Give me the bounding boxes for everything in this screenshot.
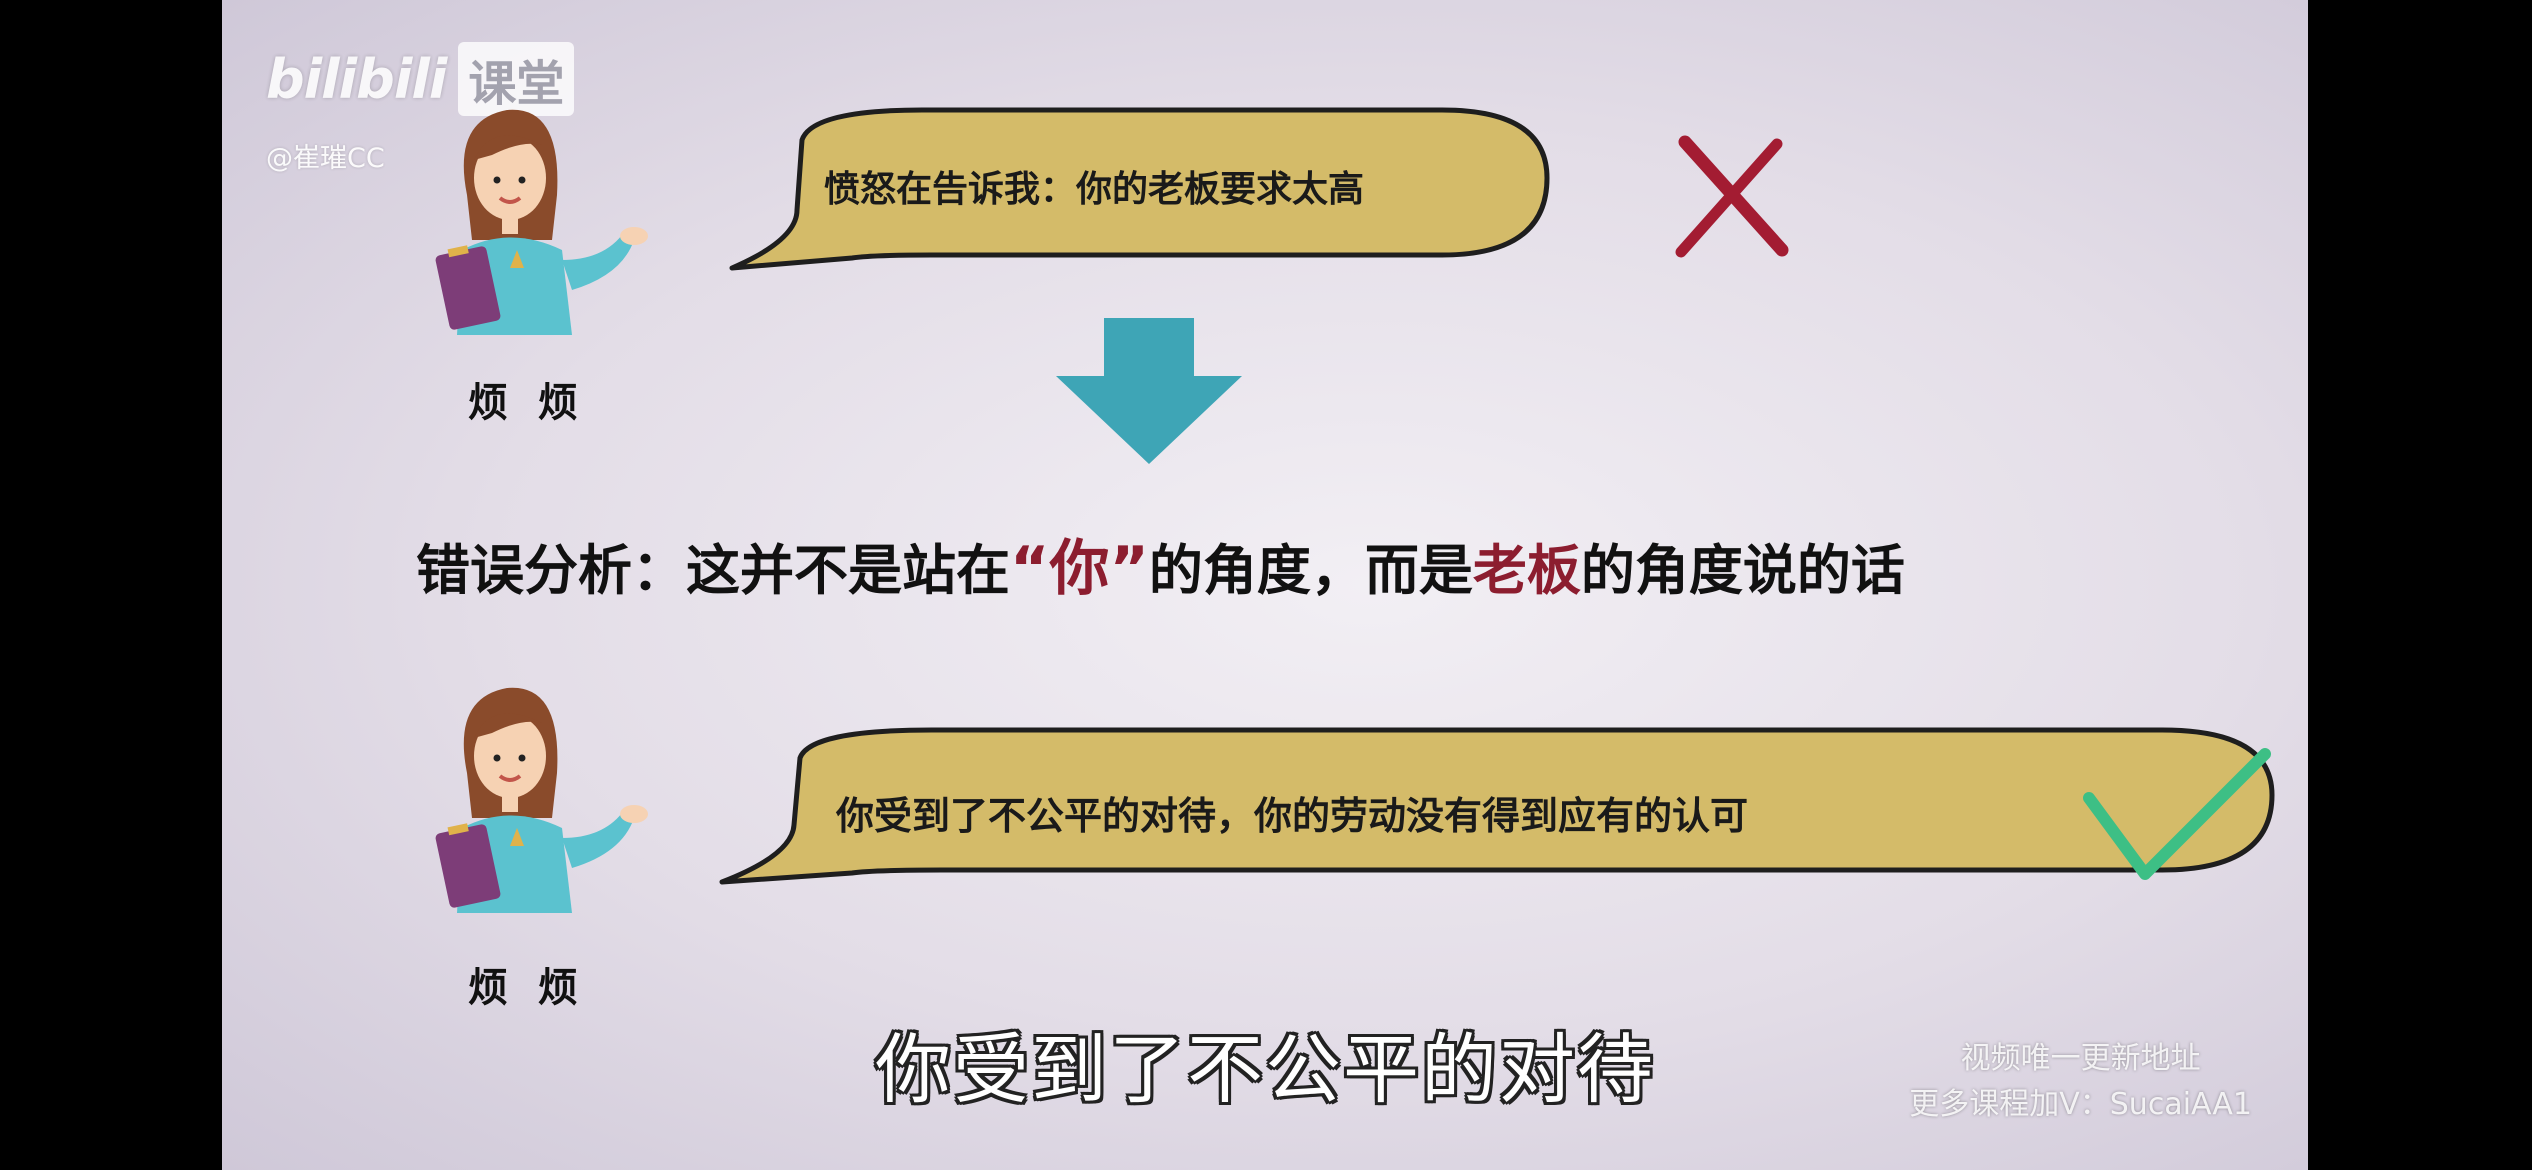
cross-icon — [1675, 135, 1789, 258]
character-illustration-1 — [435, 109, 648, 335]
footer-watermark-line-1: 视频唯一更新地址 — [1960, 1041, 2201, 1076]
analysis-prefix: 错误分析：这并不是站在 — [416, 539, 1010, 602]
video-frame[interactable]: bilibili 课堂 @崔璀CC 烦 烦 愤怒在告诉我：你的老板要求太高 错误… — [222, 0, 2308, 1170]
down-arrow-icon — [1056, 318, 1242, 464]
right-example-text: 你受到了不公平的对待，你的劳动没有得到应有的认可 — [836, 794, 1749, 838]
analysis-boss-highlight: 老板 — [1472, 539, 1581, 602]
character-name-1: 烦 烦 — [468, 380, 586, 426]
footer-watermark: 视频唯一更新地址 更多课程加V：SucaiAA1 — [1909, 1036, 2252, 1128]
uploader-handle: @崔璀CC — [266, 143, 385, 174]
analysis-middle: 的角度，而是 — [1148, 539, 1473, 602]
error-analysis-line: 错误分析：这并不是站在“你”的角度，而是老板的角度说的话 — [416, 520, 1905, 607]
bilibili-wordmark: bilibili — [266, 47, 447, 111]
analysis-open-quote: “ — [1010, 534, 1050, 604]
analysis-you-highlight: 你 — [1049, 534, 1110, 604]
analysis-close-quote: ” — [1109, 534, 1149, 604]
check-icon — [2083, 748, 2271, 880]
footer-watermark-line-2: 更多课程加V：SucaiAA1 — [1909, 1087, 2252, 1122]
character-illustration-2 — [435, 687, 648, 913]
analysis-suffix: 的角度说的话 — [1580, 539, 1905, 602]
wrong-example-text: 愤怒在告诉我：你的老板要求太高 — [824, 169, 1365, 210]
character-name-2: 烦 烦 — [468, 965, 586, 1011]
